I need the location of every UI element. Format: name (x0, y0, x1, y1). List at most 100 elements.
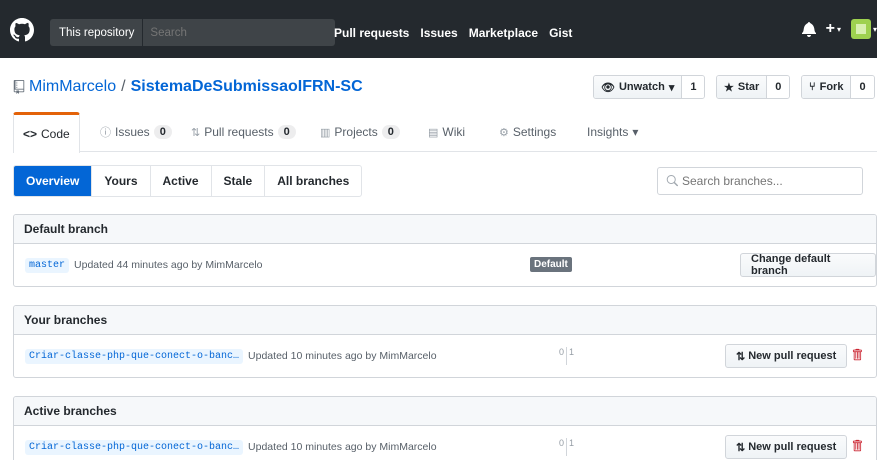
book-icon: ▤ (428, 126, 439, 139)
header-search-input[interactable] (143, 26, 324, 39)
behind-count: 0 (559, 438, 565, 448)
tab-settings[interactable]: ⚙ Settings (499, 112, 556, 152)
ahead-behind-divider (566, 347, 568, 365)
ahead-count: 1 (569, 347, 575, 357)
pulls-counter: 0 (277, 125, 296, 139)
repo-tabs: <> Code ⓘ Issues 0 ⇅ Pull requests 0 ▥ P… (13, 112, 877, 153)
branch-name-link[interactable]: Criar-classe-php-que-conect-o-banc… (25, 439, 244, 455)
tab-settings-label: Settings (512, 125, 557, 139)
branch-updated: Updated 10 minutes ago by MimMarcelo (248, 441, 437, 453)
nav-pull-requests[interactable]: Pull requests (334, 26, 409, 40)
unwatch-label: Unwatch (618, 81, 665, 93)
star-button[interactable]: ★ Star (717, 76, 768, 98)
active-branches-header: Active branches (14, 397, 876, 426)
code-icon: <> (23, 127, 38, 141)
branch-name-link[interactable]: Criar-classe-php-que-conect-o-banc… (25, 348, 244, 364)
pull-request-icon: ⇅ (736, 441, 746, 454)
plus-icon[interactable]: + (826, 21, 835, 37)
fork-button-group: ⑂ Fork 0 (801, 75, 875, 99)
ahead-behind-indicator: 0 1 (559, 438, 574, 456)
nav-gist[interactable]: Gist (549, 26, 572, 40)
avatar[interactable] (850, 19, 871, 39)
projects-counter: 0 (381, 125, 400, 139)
search-scope-label: This repository (50, 19, 144, 46)
tab-wiki-label: Wiki (442, 125, 466, 139)
gear-icon: ⚙ (499, 126, 509, 139)
watch-count[interactable]: 1 (682, 76, 705, 98)
tab-issues[interactable]: ⓘ Issues 0 (100, 112, 172, 152)
tab-code[interactable]: <> Code (13, 112, 80, 153)
trash-icon[interactable] (852, 348, 862, 361)
branch-row: Criar-classe-php-que-conect-o-banc… Upda… (14, 335, 876, 377)
header-actions: + ▾ ▾ (801, 19, 877, 39)
new-pull-request-button[interactable]: ⇅ New pull request (725, 344, 848, 368)
ahead-behind-indicator: 0 1 (559, 347, 574, 365)
caret-down-icon: ▾ (668, 81, 675, 94)
change-default-branch-button[interactable]: Change default branch (740, 253, 876, 277)
watch-button-group: 👁 Unwatch ▾ 1 (593, 75, 706, 99)
branch-name-link[interactable]: master (25, 257, 70, 273)
branches-subnav: Overview Yours Active Stale All branches (13, 165, 363, 197)
tab-insights[interactable]: Insights ▾ (587, 112, 638, 152)
subnav-all-branches[interactable]: All branches (265, 166, 361, 196)
branch-updated: Updated 44 minutes ago by MimMarcelo (74, 259, 263, 271)
subnav-active[interactable]: Active (151, 166, 212, 196)
pull-request-icon: ⇅ (191, 126, 201, 139)
caret-down-icon[interactable]: ▾ (873, 25, 877, 34)
star-label: Star (737, 81, 760, 93)
star-count[interactable]: 0 (767, 76, 790, 98)
new-pull-request-label: New pull request (748, 350, 837, 362)
tab-pull-requests[interactable]: ⇅ Pull requests 0 (191, 112, 296, 152)
branch-search-input[interactable] (678, 174, 848, 188)
tab-pulls-label: Pull requests (204, 125, 274, 139)
repo-icon (13, 80, 25, 94)
default-badge: Default (530, 257, 572, 272)
pull-request-icon: ⇅ (736, 350, 746, 363)
fork-icon: ⑂ (809, 81, 816, 93)
header-search: This repository (50, 19, 335, 46)
star-icon: ★ (724, 81, 734, 94)
tab-wiki[interactable]: ▤ Wiki (428, 112, 465, 152)
your-branches-header: Your branches (14, 306, 876, 335)
unwatch-button[interactable]: 👁 Unwatch ▾ (594, 76, 683, 98)
active-branches-box: Active branches Criar-classe-php-que-con… (13, 396, 877, 460)
tab-issues-label: Issues (115, 125, 150, 139)
ahead-count: 1 (569, 438, 575, 448)
default-branch-header: Default branch (14, 215, 876, 244)
branch-search (657, 167, 863, 195)
github-logo-icon[interactable] (10, 18, 34, 42)
ahead-behind-divider (566, 438, 568, 456)
subnav-yours[interactable]: Yours (92, 166, 151, 196)
branch-row: Criar-classe-php-que-conect-o-banc… Upda… (14, 426, 876, 460)
trash-icon[interactable] (852, 439, 862, 452)
tab-insights-label: Insights (587, 125, 629, 139)
behind-count: 0 (559, 347, 565, 357)
issue-icon: ⓘ (100, 127, 111, 139)
issues-counter: 0 (153, 125, 172, 139)
caret-down-icon[interactable]: ▾ (837, 25, 841, 34)
new-pull-request-button[interactable]: ⇅ New pull request (725, 435, 848, 459)
repo-owner-link[interactable]: MimMarcelo (29, 78, 116, 96)
branch-updated: Updated 10 minutes ago by MimMarcelo (248, 350, 437, 362)
nav-marketplace[interactable]: Marketplace (469, 26, 538, 40)
tab-projects[interactable]: ▥ Projects 0 (320, 112, 400, 152)
bell-icon[interactable] (801, 21, 816, 37)
tab-code-label: Code (41, 127, 70, 141)
fork-count[interactable]: 0 (851, 76, 874, 98)
fork-label: Fork (819, 81, 844, 93)
fork-button[interactable]: ⑂ Fork (802, 76, 852, 98)
project-icon: ▥ (320, 126, 331, 139)
subnav-overview[interactable]: Overview (14, 166, 93, 196)
global-header: This repository Pull requests Issues Mar… (0, 0, 877, 58)
branch-row: master Updated 44 minutes ago by MimMarc… (14, 244, 876, 286)
new-pull-request-label: New pull request (748, 441, 837, 453)
repo-name-link[interactable]: SistemaDeSubmissaoIFRN-SC (131, 78, 363, 96)
repo-separator: / (121, 78, 126, 95)
search-icon (666, 175, 678, 187)
subnav-stale[interactable]: Stale (212, 166, 266, 196)
your-branches-box: Your branches Criar-classe-php-que-conec… (13, 305, 877, 378)
caret-down-icon: ▾ (632, 125, 639, 139)
header-nav: Pull requests Issues Marketplace Gist (334, 26, 572, 40)
tab-projects-label: Projects (334, 125, 378, 139)
nav-issues[interactable]: Issues (420, 26, 457, 40)
